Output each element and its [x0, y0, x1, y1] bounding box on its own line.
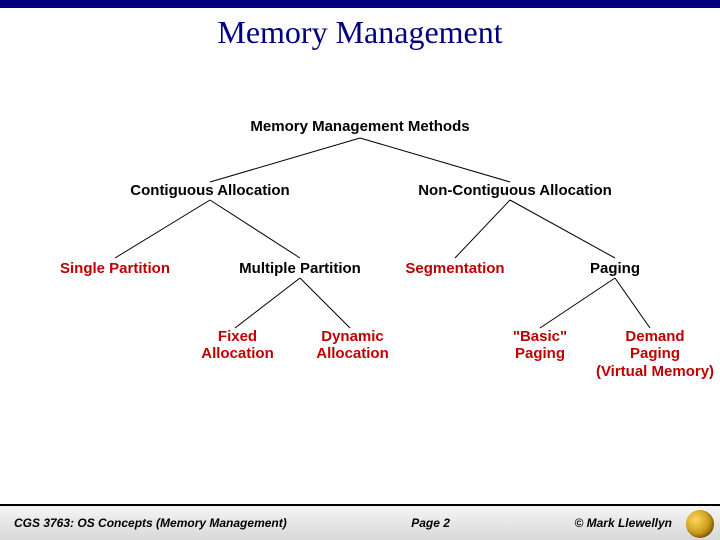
node-paging: Paging	[580, 260, 650, 277]
node-basic-paging: "Basic"Paging	[500, 328, 580, 363]
footer-page: Page 2	[287, 516, 575, 530]
node-fixed-allocation: FixedAllocation	[195, 328, 280, 363]
node-contiguous: Contiguous Allocation	[120, 182, 300, 199]
tree-diagram: Memory Management Methods Contiguous All…	[0, 100, 720, 450]
top-accent-bar	[0, 0, 720, 8]
node-single-partition: Single Partition	[55, 260, 175, 277]
node-multiple-partition: Multiple Partition	[230, 260, 370, 277]
node-noncontiguous: Non-Contiguous Allocation	[410, 182, 620, 199]
node-root: Memory Management Methods	[250, 118, 470, 135]
node-demand-paging: DemandPaging(Virtual Memory)	[590, 328, 720, 380]
node-dynamic-allocation: DynamicAllocation	[310, 328, 395, 363]
ucf-logo-icon	[686, 510, 714, 538]
slide-title: Memory Management	[0, 14, 720, 51]
footer-bar: CGS 3763: OS Concepts (Memory Management…	[0, 504, 720, 540]
node-segmentation: Segmentation	[400, 260, 510, 277]
footer-course: CGS 3763: OS Concepts (Memory Management…	[0, 516, 287, 530]
